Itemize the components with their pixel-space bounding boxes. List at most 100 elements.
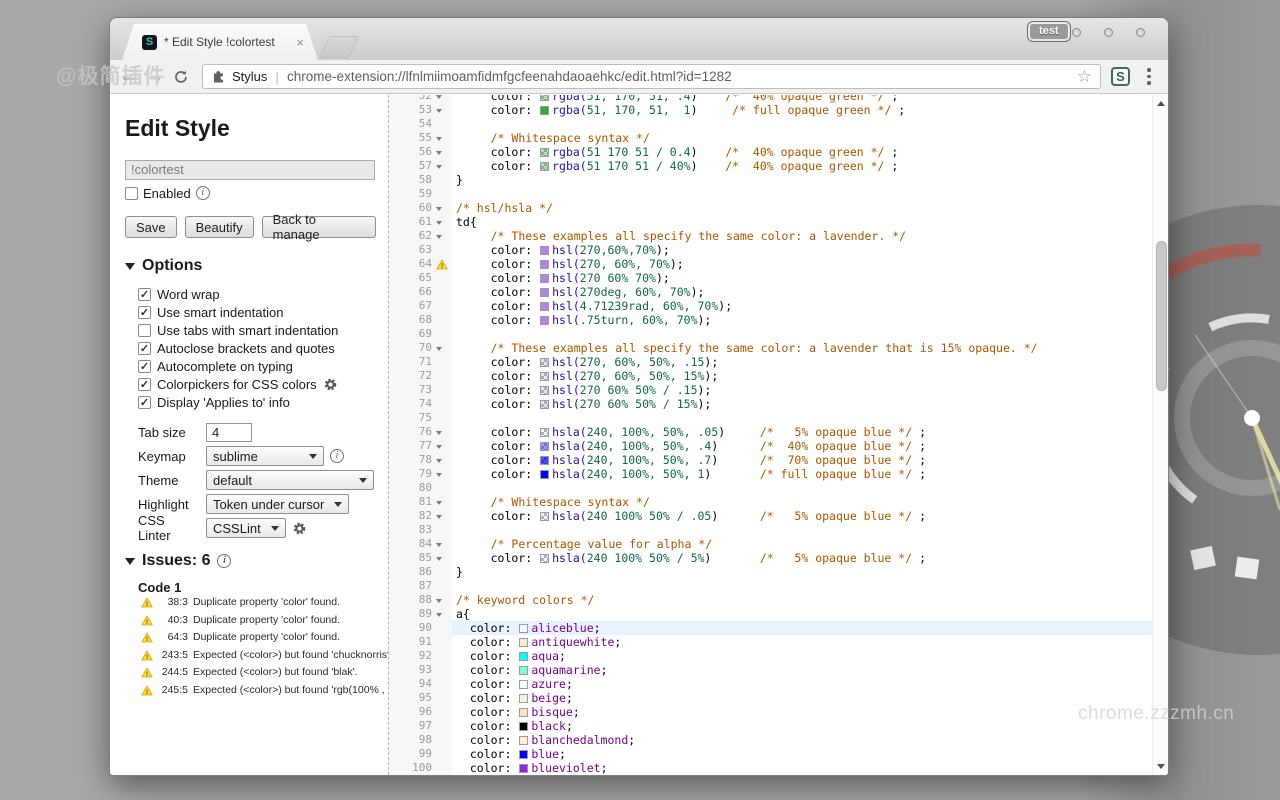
style-name-input[interactable]: !colortest	[125, 160, 375, 180]
fold-arrow-icon[interactable]	[436, 445, 442, 452]
beautify-button[interactable]: Beautify	[185, 216, 254, 238]
issues-info-icon[interactable]: i	[217, 554, 231, 568]
new-tab-button[interactable]	[319, 36, 359, 58]
option-checkbox[interactable]: ✓	[138, 306, 151, 319]
test-button[interactable]: test	[1028, 22, 1070, 41]
color-swatch[interactable]	[540, 302, 549, 311]
color-swatch[interactable]	[540, 554, 549, 563]
fold-arrow-icon[interactable]	[436, 501, 442, 508]
color-swatch[interactable]	[540, 358, 549, 367]
issue-row[interactable]: !38:3Duplicate property 'color' found.	[125, 596, 376, 614]
color-swatch[interactable]	[540, 106, 549, 115]
color-swatch[interactable]	[540, 512, 549, 521]
option-checkbox[interactable]: ✓	[138, 378, 151, 391]
color-swatch[interactable]	[519, 708, 528, 717]
bookmark-star-icon[interactable]: ☆	[1077, 67, 1092, 87]
fold-arrow-icon[interactable]	[436, 95, 442, 102]
fold-arrow-icon[interactable]	[436, 151, 442, 158]
color-swatch[interactable]	[540, 372, 549, 381]
reload-button[interactable]	[168, 69, 194, 85]
url-bar[interactable]: Stylus | chrome-extension://lfnlmiimoamf…	[202, 64, 1101, 89]
fold-arrow-icon[interactable]	[436, 235, 442, 242]
color-swatch[interactable]	[540, 274, 549, 283]
issue-row[interactable]: !245:5Expected (<color>) but found 'rgb(…	[125, 684, 376, 702]
color-swatch[interactable]	[540, 288, 549, 297]
fold-arrow-icon[interactable]	[436, 221, 442, 228]
setting-select[interactable]: default	[206, 470, 374, 490]
fold-arrow-icon[interactable]	[436, 557, 442, 564]
scrollbar-thumb[interactable]	[1156, 241, 1167, 391]
options-header[interactable]: Options	[125, 257, 376, 275]
fold-arrow-icon[interactable]	[436, 459, 442, 466]
issue-row[interactable]: !64:3Duplicate property 'color' found.	[125, 631, 376, 649]
browser-menu-icon[interactable]	[1140, 68, 1158, 85]
color-swatch[interactable]	[519, 624, 528, 633]
fold-arrow-icon[interactable]	[436, 137, 442, 144]
back-to-manage-button[interactable]: Back to manage	[262, 216, 376, 238]
save-button[interactable]: Save	[125, 216, 177, 238]
issues-header[interactable]: Issues: 6 i	[125, 552, 376, 570]
scrollbar-up-arrow[interactable]	[1153, 96, 1168, 111]
color-swatch[interactable]	[540, 470, 549, 479]
fold-arrow-icon[interactable]	[436, 473, 442, 480]
fold-arrow-icon[interactable]	[436, 165, 442, 172]
color-swatch[interactable]	[519, 750, 528, 759]
color-swatch[interactable]	[540, 260, 549, 269]
color-swatch[interactable]	[540, 162, 549, 171]
window-minimize-button[interactable]	[1072, 28, 1081, 37]
color-swatch[interactable]	[540, 386, 549, 395]
color-swatch[interactable]	[519, 764, 528, 773]
color-swatch[interactable]	[519, 652, 528, 661]
option-checkbox[interactable]: ✓	[138, 288, 151, 301]
color-swatch[interactable]	[540, 95, 549, 101]
fold-arrow-icon[interactable]	[436, 543, 442, 550]
line-code: }	[452, 565, 1152, 579]
fold-arrow-icon[interactable]	[436, 207, 442, 214]
window-maximize-button[interactable]	[1104, 28, 1113, 37]
window-close-button[interactable]	[1136, 28, 1145, 37]
tab-size-input[interactable]: 4	[206, 423, 252, 442]
issue-row[interactable]: !243:5Expected (<color>) but found 'chuc…	[125, 649, 376, 667]
color-swatch[interactable]	[519, 736, 528, 745]
info-icon[interactable]: i	[330, 449, 344, 463]
setting-select[interactable]: sublime	[206, 446, 324, 466]
line-number: 97	[389, 719, 436, 733]
issue-row[interactable]: !244:5Expected (<color>) but found 'blak…	[125, 666, 376, 684]
back-button[interactable]: ←	[116, 66, 142, 88]
scrollbar-down-arrow[interactable]	[1153, 759, 1168, 774]
color-swatch[interactable]	[519, 722, 528, 731]
issue-row[interactable]: !40:3Duplicate property 'color' found.	[125, 614, 376, 632]
color-swatch[interactable]	[540, 442, 549, 451]
fold-arrow-icon[interactable]	[436, 515, 442, 522]
gear-icon[interactable]	[292, 521, 307, 536]
option-checkbox[interactable]: ✓	[138, 342, 151, 355]
color-swatch[interactable]	[540, 148, 549, 157]
color-swatch[interactable]	[540, 400, 549, 409]
color-swatch[interactable]	[540, 316, 549, 325]
color-swatch[interactable]	[540, 246, 549, 255]
fold-arrow-icon[interactable]	[436, 347, 442, 354]
setting-select[interactable]: Token under cursor	[206, 494, 349, 514]
color-swatch[interactable]	[540, 456, 549, 465]
enabled-checkbox[interactable]	[125, 187, 138, 200]
browser-tab[interactable]: S * Edit Style !colortest ×	[122, 24, 318, 60]
fold-arrow-icon[interactable]	[436, 431, 442, 438]
tab-close-icon[interactable]: ×	[296, 35, 304, 50]
gear-icon[interactable]	[323, 377, 338, 392]
color-swatch[interactable]	[519, 666, 528, 675]
fold-arrow-icon[interactable]	[436, 613, 442, 620]
editor-scrollbar[interactable]	[1152, 95, 1168, 775]
color-swatch[interactable]	[519, 694, 528, 703]
color-swatch[interactable]	[519, 638, 528, 647]
fold-arrow-icon[interactable]	[436, 599, 442, 606]
setting-select[interactable]: CSSLint	[206, 518, 286, 538]
fold-arrow-icon[interactable]	[436, 109, 442, 116]
code-editor[interactable]: 52 color: rgba(51, 170, 51, .4) /* 40% o…	[389, 95, 1168, 775]
color-swatch[interactable]	[540, 428, 549, 437]
option-checkbox[interactable]: ✓	[138, 396, 151, 409]
enabled-info-icon[interactable]: i	[196, 186, 210, 200]
option-checkbox[interactable]: ✓	[138, 360, 151, 373]
stylus-extension-icon[interactable]: S	[1111, 67, 1130, 86]
option-checkbox[interactable]	[138, 324, 151, 337]
color-swatch[interactable]	[519, 680, 528, 689]
